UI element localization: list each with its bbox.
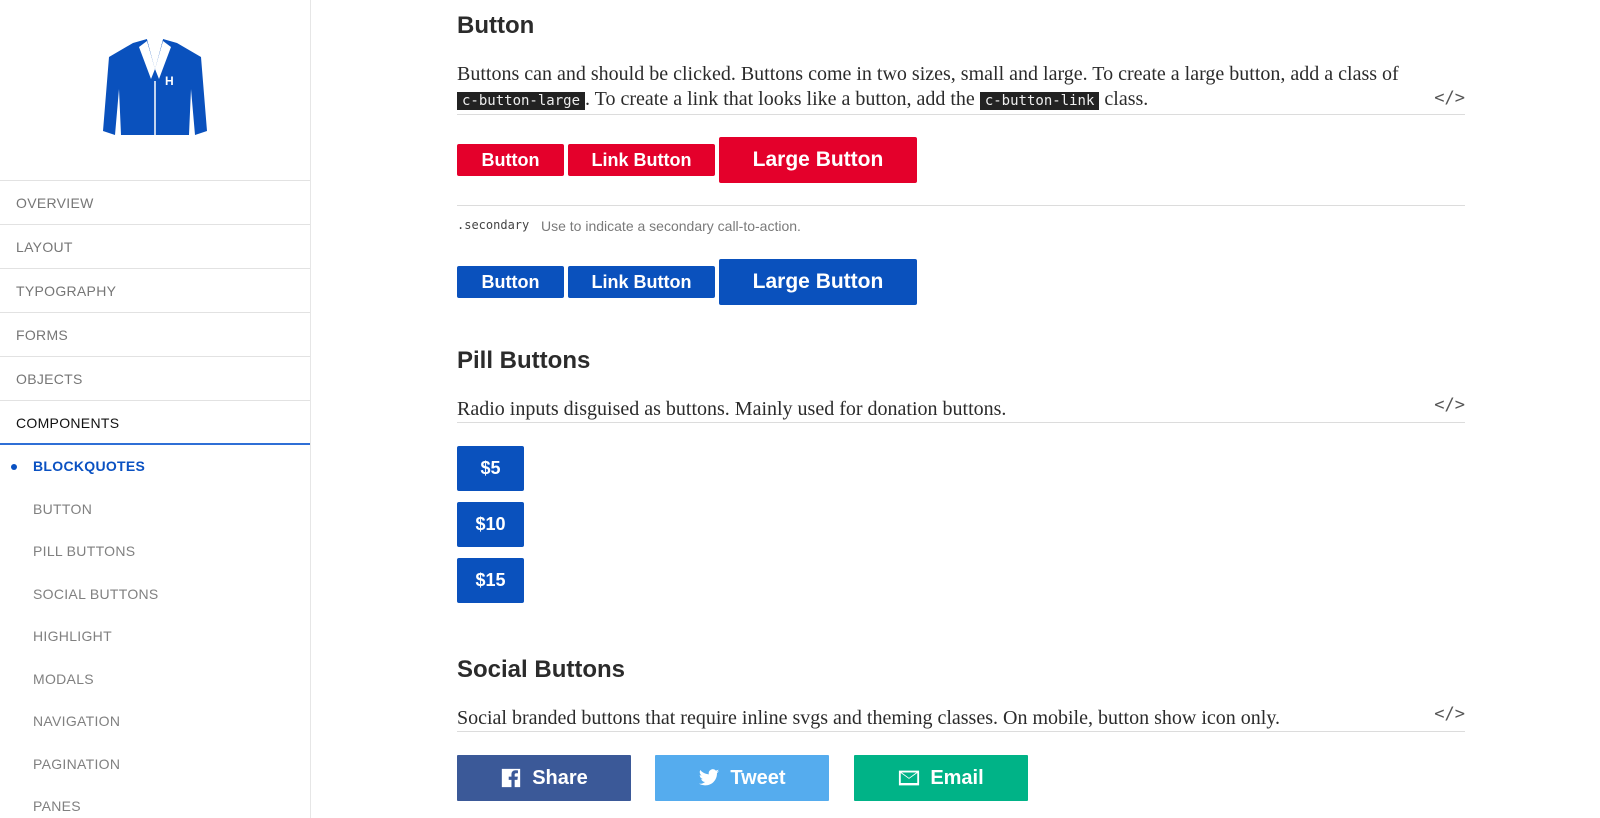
nav-overview[interactable]: OVERVIEW (0, 181, 310, 225)
code-snippet: c-button-link (979, 92, 1100, 110)
modifier-description: Use to indicate a secondary call-to-acti… (541, 218, 801, 234)
section-title-pill-buttons: Pill Buttons (457, 347, 591, 374)
primary-large-button[interactable]: Large Button (719, 137, 917, 183)
subnav-blockquotes[interactable]: BLOCKQUOTES (0, 445, 310, 488)
modifier-class: .secondary (457, 218, 530, 232)
secondary-button[interactable]: Button (457, 266, 564, 298)
desc-text: class. (1099, 88, 1149, 110)
subnav-label: BLOCKQUOTES (33, 458, 146, 474)
subnav-social-buttons[interactable]: SOCIAL BUTTONS (0, 573, 310, 616)
pill-button-5[interactable]: $5 (457, 446, 524, 491)
subnav-pagination[interactable]: PAGINATION (0, 743, 310, 786)
pill-description: Radio inputs disguised as buttons. Mainl… (457, 398, 1007, 420)
subnav-pill-buttons[interactable]: PILL BUTTONS (0, 530, 310, 573)
subnav-button[interactable]: BUTTON (0, 488, 310, 531)
divider (457, 205, 1465, 206)
subnav-panes[interactable]: PANES (0, 785, 310, 818)
pill-button-10[interactable]: $10 (457, 502, 524, 547)
desc-text: . To create a link that looks like a but… (585, 88, 980, 110)
nav-forms[interactable]: FORMS (0, 313, 310, 357)
divider (457, 114, 1465, 115)
social-description: Social branded buttons that require inli… (457, 707, 1281, 729)
nav-objects[interactable]: OBJECTS (0, 357, 310, 401)
code-toggle-icon[interactable]: </> (1434, 704, 1465, 724)
current-indicator-icon (11, 464, 17, 470)
section-title-button: Button (457, 12, 535, 39)
primary-button[interactable]: Button (457, 144, 564, 176)
nav-typography[interactable]: TYPOGRAPHY (0, 269, 310, 313)
secondary-link-button[interactable]: Link Button (568, 266, 715, 298)
nav-layout[interactable]: LAYOUT (0, 225, 310, 269)
email-button[interactable]: Email (854, 755, 1028, 801)
sidebar: H OVERVIEW LAYOUT TYPOGRAPHY FORMS OBJEC… (0, 0, 311, 818)
logo[interactable]: H (0, 0, 310, 181)
tweet-label: Tweet (730, 766, 786, 789)
primary-link-button[interactable]: Link Button (568, 144, 715, 176)
desc-text: Buttons can and should be clicked. Butto… (457, 63, 1399, 85)
email-label: Email (930, 766, 984, 789)
blazer-logo-icon: H (103, 39, 207, 135)
section-title-social-buttons: Social Buttons (457, 656, 626, 683)
code-toggle-icon[interactable]: </> (1434, 88, 1465, 108)
secondary-large-button[interactable]: Large Button (719, 259, 917, 305)
code-snippet: c-button-large (457, 92, 586, 110)
divider (457, 422, 1465, 423)
nav-components[interactable]: COMPONENTS (0, 401, 310, 445)
pill-button-15[interactable]: $15 (457, 558, 524, 603)
code-toggle-icon[interactable]: </> (1434, 395, 1465, 415)
subnav-modals[interactable]: MODALS (0, 658, 310, 701)
share-label: Share (532, 766, 588, 789)
facebook-icon (502, 768, 521, 788)
svg-text:H: H (165, 74, 174, 88)
share-button[interactable]: Share (457, 755, 631, 801)
twitter-icon (699, 769, 720, 786)
subnav-highlight[interactable]: HIGHLIGHT (0, 615, 310, 658)
subnav-navigation[interactable]: NAVIGATION (0, 700, 310, 743)
email-icon (899, 770, 920, 786)
divider (457, 731, 1465, 732)
tweet-button[interactable]: Tweet (655, 755, 829, 801)
button-description: Buttons can and should be clicked. Butto… (457, 62, 1465, 114)
